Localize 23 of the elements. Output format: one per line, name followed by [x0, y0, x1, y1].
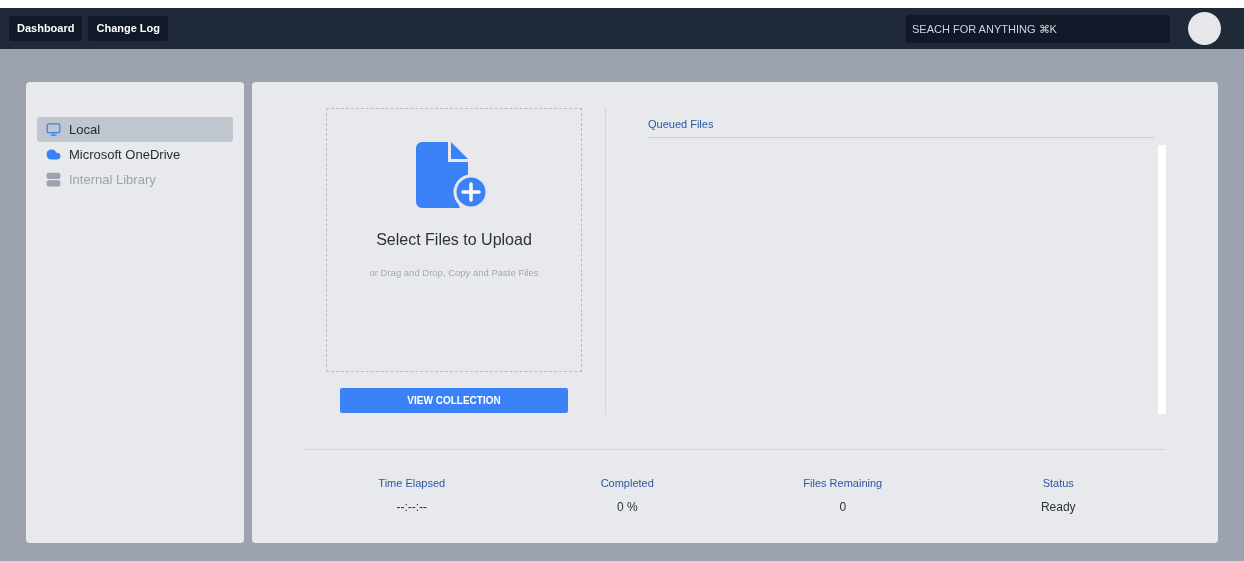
stat-label: Status	[1042, 476, 1074, 491]
sidebar-item[interactable]: Microsoft OneDrive	[37, 142, 233, 167]
nav-button[interactable]: Change Log	[88, 16, 169, 41]
drop-zone[interactable]: Select Files to Upload or Drag and Drop, Copy and Paste Files	[326, 108, 582, 372]
monitor-icon	[46, 122, 61, 137]
queue-title: Queued Files	[648, 116, 1154, 138]
stat-label: Completed	[600, 476, 654, 491]
stat-value: 0	[839, 498, 847, 516]
upload-title: Select Files to Upload	[376, 230, 532, 250]
view-collection-button[interactable]: VIEW COLLECTION	[340, 388, 568, 413]
stat-value: --:--:--	[396, 498, 428, 516]
search-field[interactable]: SEACH FOR ANYTHING ⌘K	[906, 14, 1170, 43]
stat-value: 0 %	[616, 498, 638, 516]
nav-button[interactable]: Dashboard	[9, 16, 83, 41]
server-icon	[46, 172, 61, 187]
upload-hint: or Drag and Drop, Copy and Paste Files	[369, 266, 539, 280]
sidebar-item[interactable]: Local	[37, 117, 233, 142]
stat-label: Files Remaining	[803, 476, 883, 491]
cloud-icon	[46, 147, 61, 162]
stat-label: Time Elapsed	[378, 476, 446, 491]
stat-value: Ready	[1040, 498, 1076, 516]
scrollbar[interactable]	[1158, 144, 1166, 414]
avatar[interactable]	[1188, 12, 1221, 45]
